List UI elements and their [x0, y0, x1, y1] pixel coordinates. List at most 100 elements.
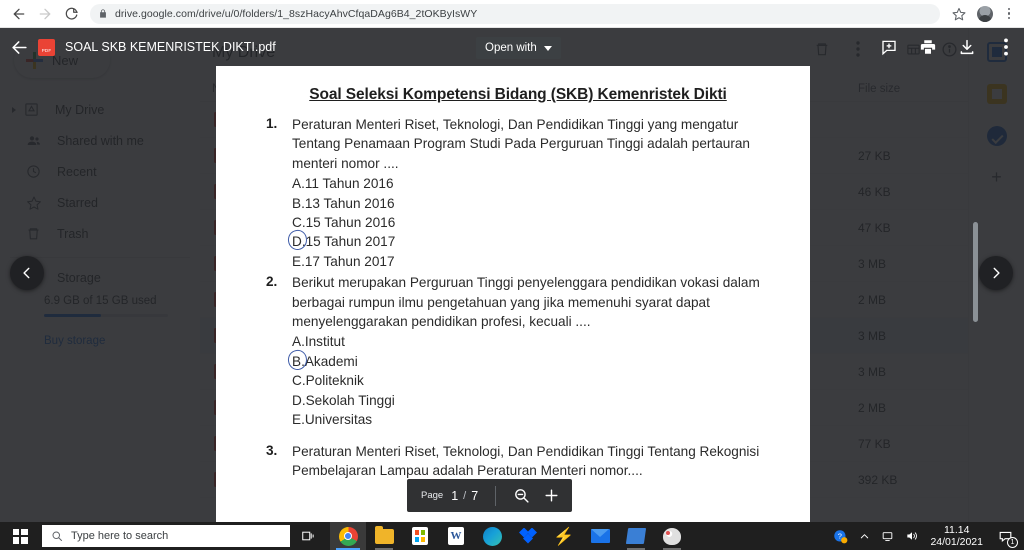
- option-text: Politeknik: [305, 373, 364, 389]
- help-icon[interactable]: ?: [833, 529, 848, 544]
- avatar[interactable]: [977, 5, 993, 22]
- question-body: Peraturan Menteri Riset, Teknologi, Dan …: [292, 442, 770, 481]
- question-number: 1.: [266, 116, 278, 131]
- document-title: Soal Seleksi Kompetensi Bidang (SKB) Kem…: [309, 86, 727, 103]
- option-letter: C.: [292, 373, 306, 389]
- file-explorer-icon[interactable]: [366, 522, 402, 550]
- question-item: 2. Berikut merupakan Perguruan Tinggi pen…: [266, 273, 770, 429]
- chrome-icon[interactable]: [330, 522, 366, 550]
- current-page-number[interactable]: 1: [448, 489, 461, 503]
- option-text: 11 Tahun 2016: [304, 176, 394, 192]
- more-options-icon[interactable]: [996, 37, 1016, 57]
- total-pages: 7: [471, 488, 479, 503]
- chrome-menu-icon[interactable]: [1000, 3, 1018, 25]
- option-letter: A.: [292, 176, 305, 192]
- option-text: 13 Tahun 2016: [304, 195, 395, 211]
- toolbar-divider: [495, 485, 497, 506]
- option: A.11 Tahun 2016: [292, 174, 770, 193]
- print-icon[interactable]: [918, 37, 938, 57]
- option-text: Universitas: [304, 412, 373, 428]
- question-text: Berikut merupakan Perguruan Tinggi penye…: [292, 275, 760, 330]
- notifications-icon[interactable]: 1: [994, 526, 1018, 548]
- question-body: Peraturan Menteri Riset, Teknologi, Dan …: [292, 115, 770, 271]
- word-icon[interactable]: W: [438, 522, 474, 550]
- question-item: 3. Peraturan Menteri Riset, Teknologi, Da…: [266, 442, 770, 481]
- clock[interactable]: 11.14 24/01/2021: [930, 524, 983, 548]
- options-list: A.Institut B.Akademi C.Politeknik D.Sekolah…: [292, 332, 770, 429]
- question-text: Peraturan Menteri Riset, Teknologi, Dan …: [292, 117, 750, 171]
- option-circled: B.Akademi: [292, 352, 770, 371]
- pdf-scrollbar-track[interactable]: [971, 66, 978, 522]
- volume-icon[interactable]: [905, 529, 919, 543]
- options-list: A.11 Tahun 2016 B.13 Tahun 2016 C.15 Tahun…: [292, 174, 770, 271]
- windows-taskbar: Type here to search W ⚡ ? 11.14 24/01/20…: [0, 522, 1024, 550]
- system-tray: ? 11.14 24/01/2021 1: [833, 524, 1024, 548]
- pdf-page[interactable]: Soal Seleksi Kompetensi Bidang (SKB) Kem…: [216, 66, 810, 522]
- viewer-actions: [879, 28, 1016, 66]
- notification-count: 1: [1007, 537, 1018, 548]
- questions-container: 1. Peraturan Menteri Riset, Teknologi, Da…: [266, 115, 770, 480]
- question-item: 1. Peraturan Menteri Riset, Teknologi, Da…: [266, 115, 770, 271]
- open-with-label: Open with: [485, 42, 537, 54]
- pdf-page-toolbar: Page 1 / 7: [407, 479, 573, 512]
- url-text: drive.google.com/drive/u/0/folders/1_8sz…: [115, 7, 478, 20]
- zoom-out-icon[interactable]: [506, 481, 536, 511]
- mail-icon[interactable]: [582, 522, 618, 550]
- add-comment-icon[interactable]: [879, 37, 899, 57]
- viewer-file-name: SOAL SKB KEMENRISTEK DIKTI.pdf: [65, 40, 276, 54]
- windows-start-icon[interactable]: [0, 522, 40, 550]
- bolt-icon[interactable]: ⚡: [546, 522, 582, 550]
- microsoft-store-icon[interactable]: [402, 522, 438, 550]
- option: A.Institut: [292, 332, 770, 351]
- search-icon: [51, 530, 63, 542]
- option-letter: B.: [292, 352, 305, 371]
- lock-icon: [98, 8, 108, 19]
- browser-toolbar: drive.google.com/drive/u/0/folders/1_8sz…: [0, 0, 1024, 28]
- question-number: 3.: [266, 442, 278, 458]
- show-hidden-icons-icon[interactable]: [859, 531, 870, 542]
- search-input[interactable]: Type here to search: [42, 525, 290, 547]
- reload-button[interactable]: [58, 1, 84, 27]
- option-text: 15 Tahun 2016: [305, 215, 396, 231]
- network-icon[interactable]: [881, 530, 894, 543]
- option: D.Sekolah Tinggi: [292, 391, 770, 410]
- star-icon[interactable]: [948, 3, 970, 25]
- forward-button[interactable]: [32, 1, 58, 27]
- option-text: 15 Tahun 2017: [305, 234, 396, 250]
- chevron-down-icon: [543, 45, 552, 51]
- books-icon[interactable]: [618, 522, 654, 550]
- browser-actions: [948, 3, 1024, 25]
- paint-icon[interactable]: [654, 522, 690, 550]
- pdf-file-icon: [38, 38, 55, 56]
- edge-icon[interactable]: [474, 522, 510, 550]
- pdf-scrollbar-thumb[interactable]: [973, 222, 978, 322]
- option-letter: E.: [292, 412, 305, 428]
- previous-page-button[interactable]: [10, 256, 44, 290]
- task-view-icon[interactable]: [290, 522, 326, 550]
- open-with-button[interactable]: Open with: [476, 37, 561, 59]
- question-number: 2.: [266, 274, 278, 290]
- back-button[interactable]: [6, 1, 32, 27]
- screen: drive.google.com/drive/u/0/folders/1_8sz…: [0, 0, 1024, 550]
- next-page-button[interactable]: [979, 256, 1013, 290]
- search-placeholder: Type here to search: [71, 530, 169, 542]
- option-text: 17 Tahun 2017: [304, 253, 395, 269]
- option-letter: D.: [292, 392, 306, 408]
- option-text: Akademi: [304, 353, 358, 369]
- clock-date: 24/01/2021: [930, 536, 983, 548]
- option-letter: B.: [292, 195, 305, 211]
- question-text: Peraturan Menteri Riset, Teknologi, Dan …: [292, 443, 760, 478]
- zoom-in-icon[interactable]: [536, 481, 566, 511]
- viewer-back-button[interactable]: [0, 28, 38, 66]
- option: E.17 Tahun 2017: [292, 252, 770, 271]
- dropbox-icon[interactable]: [510, 522, 546, 550]
- option-letter: D.: [292, 232, 306, 251]
- option-text: Sekolah Tinggi: [305, 392, 395, 408]
- download-icon[interactable]: [957, 37, 977, 57]
- clock-time: 11.14: [943, 524, 970, 536]
- page-label: Page: [421, 490, 444, 501]
- address-bar[interactable]: drive.google.com/drive/u/0/folders/1_8sz…: [90, 3, 940, 24]
- option-letter: E.: [292, 253, 305, 269]
- page-separator: /: [463, 489, 467, 502]
- option-text: Institut: [304, 334, 345, 350]
